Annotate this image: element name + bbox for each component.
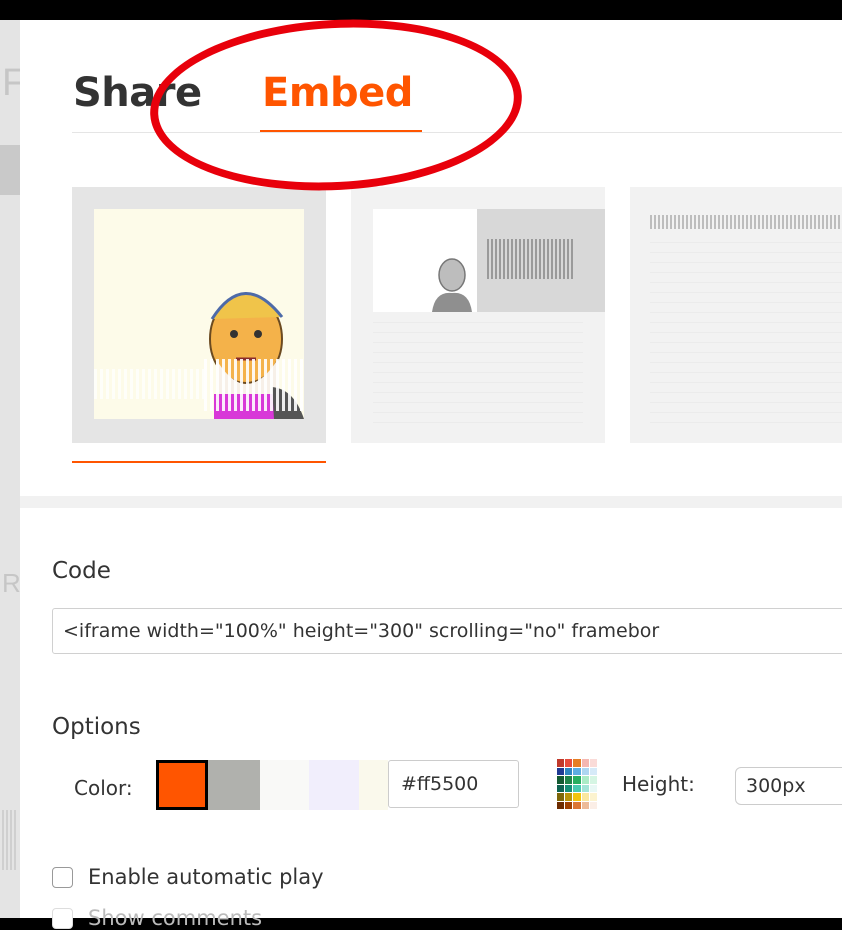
embed-options-panel [20,508,842,918]
height-label: Height: [622,772,695,796]
waveform-overlay [94,369,204,399]
code-section-title: Code [52,558,111,584]
tracklist-placeholder [650,242,842,432]
waveform-bars [650,215,842,229]
color-swatch-cream[interactable] [359,760,388,810]
classic-preview [373,209,605,312]
waveform-overlay [204,359,304,411]
color-label: Color: [74,776,133,800]
color-swatch-lavender[interactable] [309,760,359,810]
autoplay-label: Enable automatic play [88,865,324,889]
backdrop-waveform [2,810,18,870]
tracklist-placeholder [373,322,583,432]
embed-style-minimal[interactable] [630,187,842,443]
color-hex-input[interactable]: #ff5500 [388,760,519,808]
embed-style-classic[interactable] [351,187,605,443]
color-swatch-white[interactable] [260,760,309,810]
selected-style-indicator [72,461,326,463]
color-palette-icon[interactable] [557,759,597,809]
color-swatch-orange[interactable] [156,760,208,810]
embed-code-field[interactable]: <iframe width="100%" height="300" scroll… [52,608,842,654]
embed-style-visual[interactable] [72,187,326,463]
show-comments-label: Show comments [88,906,263,930]
autoplay-checkbox[interactable] [52,867,73,888]
show-comments-checkbox[interactable] [52,908,73,929]
height-input[interactable]: 300px [735,767,842,805]
options-section-title: Options [52,714,141,740]
backdrop-letter: R [2,568,21,598]
artwork-thumbnail [94,209,304,419]
color-swatch-gray[interactable] [208,760,260,810]
backdrop-strip [0,145,20,195]
waveform-bars [487,239,575,279]
waveform-area [477,209,605,312]
portrait-thumbnail-image [432,258,472,312]
